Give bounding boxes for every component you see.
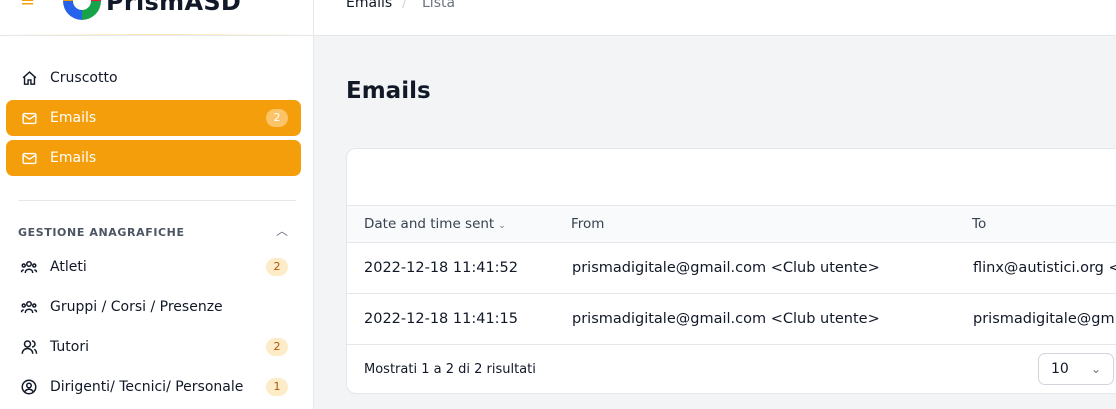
cell-from: prismadigitale@gmail.com <Club utente> (572, 311, 880, 327)
table-toolbar (347, 149, 1116, 206)
sidebar-item-label: Emails (50, 110, 97, 126)
emails-table-card: Date and time sent ⌄ From To 2022-12-18 1… (346, 148, 1116, 394)
user-group-icon (20, 338, 38, 356)
column-header-from: From (571, 216, 605, 232)
count-badge: 2 (266, 338, 288, 356)
home-icon (20, 69, 38, 87)
cell-from: prismadigitale@gmail.com <Club utente> (572, 260, 880, 276)
table-row[interactable]: 2022-12-18 11:41:52 prismadigitale@gmail… (347, 243, 1116, 294)
breadcrumb-lista: Lista (422, 0, 456, 11)
page-title: Emails (346, 78, 431, 104)
sidebar-item-label: Dirigenti/ Tecnici/ Personale (50, 379, 244, 395)
sidebar-item-cruscotto[interactable]: Cruscotto (6, 60, 301, 96)
count-badge: 2 (266, 109, 288, 127)
count-badge: 2 (266, 258, 288, 276)
sidebar-item-tutori[interactable]: Tutori 2 (6, 329, 301, 365)
brand-header: ≡ PrismASD (0, 0, 313, 36)
chevron-up-icon[interactable]: ︿ (276, 222, 288, 239)
mail-icon (20, 109, 38, 127)
sidebar-item-label: Cruscotto (50, 70, 118, 86)
sidebar-item-atleti[interactable]: Atleti 2 (6, 249, 301, 285)
cell-to: flinx@autistici.org < (973, 260, 1116, 276)
sidebar-item-gruppi[interactable]: Gruppi / Corsi / Presenze (6, 289, 301, 325)
breadcrumb-emails[interactable]: Emails (346, 0, 392, 11)
brand-logo (63, 0, 101, 20)
sidebar-item-label: Gruppi / Corsi / Presenze (50, 299, 223, 315)
sidebar-item-label: Emails (50, 150, 97, 166)
sidebar: ≡ PrismASD Cruscotto Emails 2 Emails GES… (0, 0, 314, 409)
users-icon (20, 298, 38, 316)
sidebar-item-emails[interactable]: Emails (6, 140, 301, 176)
cell-date: 2022-12-18 11:41:15 (364, 311, 518, 327)
topbar: Emails / Lista (314, 0, 1116, 36)
brand-name: PrismASD (106, 0, 242, 16)
table-footer: Mostrati 1 a 2 di 2 risultati 10 ⌄ (347, 345, 1116, 393)
chevron-down-icon: ⌄ (498, 221, 506, 231)
column-header-date[interactable]: Date and time sent ⌄ (364, 216, 506, 232)
column-header-to: To (972, 216, 987, 232)
sidebar-item-dirigenti[interactable]: Dirigenti/ Tecnici/ Personale 1 (6, 369, 301, 405)
sidebar-item-label: Tutori (50, 339, 89, 355)
chevron-down-icon: ⌄ (1090, 362, 1101, 376)
users-icon (20, 258, 38, 276)
cell-to: prismadigitale@gm (973, 311, 1115, 327)
breadcrumb-separator: / (402, 0, 407, 11)
table-row[interactable]: 2022-12-18 11:41:15 prismadigitale@gmail… (347, 294, 1116, 345)
sidebar-item-label: Atleti (50, 259, 87, 275)
per-page-select[interactable]: 10 ⌄ (1038, 353, 1114, 385)
mail-icon (20, 149, 38, 167)
count-badge: 1 (266, 378, 288, 396)
sidebar-item-emails-group[interactable]: Emails 2 (6, 100, 301, 136)
cell-date: 2022-12-18 11:41:52 (364, 260, 518, 276)
pagination-summary: Mostrati 1 a 2 di 2 risultati (364, 362, 536, 377)
sidebar-divider (18, 200, 296, 201)
table-header: Date and time sent ⌄ From To (347, 206, 1116, 243)
section-title: GESTIONE ANAGRAFICHE (18, 226, 185, 239)
sidebar-toggle-icon[interactable]: ≡ (20, 0, 35, 10)
user-circle-icon (20, 378, 38, 396)
